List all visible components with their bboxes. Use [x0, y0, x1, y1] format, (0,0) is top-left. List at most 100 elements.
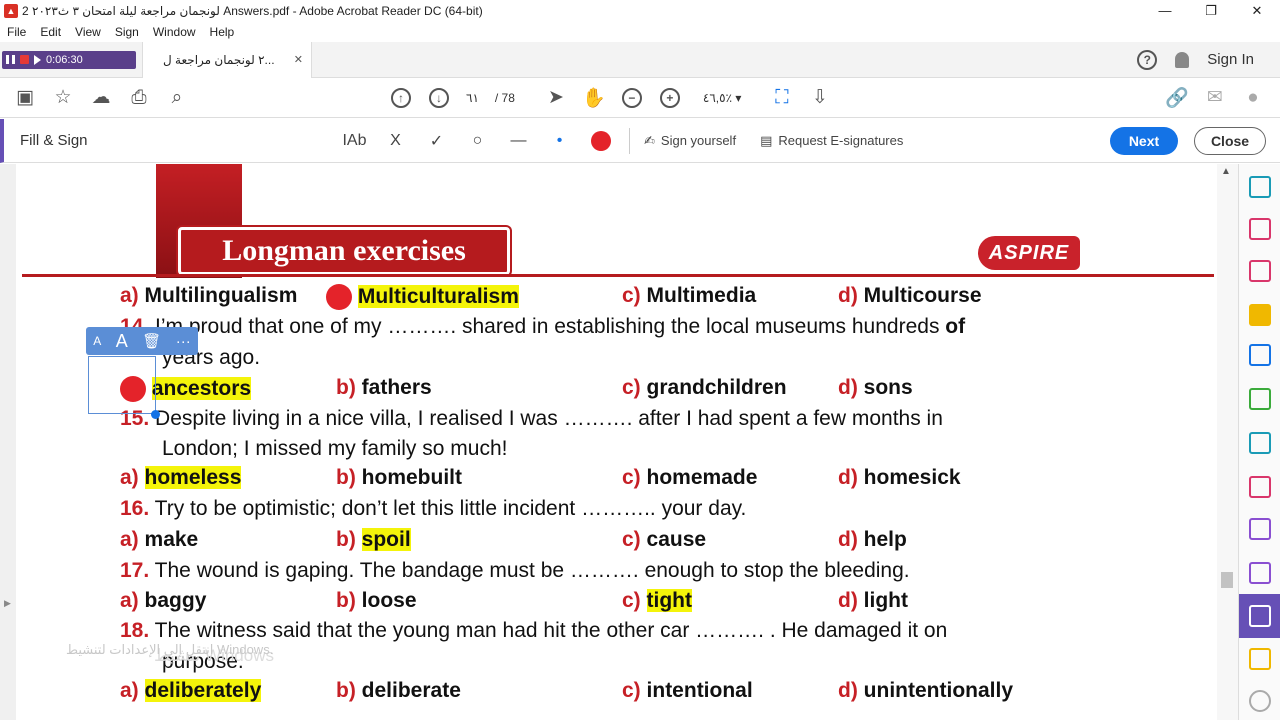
email-icon[interactable]: ✉	[1196, 78, 1234, 118]
screen-recorder[interactable]: 0:06:30	[2, 50, 136, 69]
page-number-input[interactable]: ٦١	[466, 91, 479, 105]
close-fill-sign-button[interactable]: Close	[1194, 126, 1266, 155]
combine-files-icon[interactable]	[1249, 344, 1271, 366]
q18-option-d: d) unintentionally	[838, 679, 1013, 702]
menu-help[interactable]: Help	[203, 25, 242, 39]
red-dot-annotation[interactable]	[326, 284, 352, 310]
menu-sign[interactable]: Sign	[108, 25, 146, 39]
right-tools-pane	[1238, 164, 1280, 720]
q17-question: 17. The wound is gaping. The bandage mus…	[120, 559, 910, 582]
share-link-icon[interactable]: 🔗	[1158, 78, 1196, 118]
vertical-scrollbar[interactable]: ▲	[1217, 164, 1238, 720]
next-page-button[interactable]: ↓	[420, 78, 458, 118]
check-mark-tool[interactable]: ✓	[416, 131, 457, 151]
q18-option-b: b) deliberate	[336, 679, 461, 702]
increase-size-button[interactable]: A	[116, 331, 128, 352]
menu-edit[interactable]: Edit	[33, 25, 68, 39]
menu-bar: File Edit View Sign Window Help	[0, 22, 1280, 42]
cross-mark-tool[interactable]: X	[375, 132, 416, 150]
user-account-icon[interactable]: ●	[1234, 78, 1272, 118]
scroll-mode-icon[interactable]: ⇩	[801, 78, 839, 118]
q17-option-b: b) loose	[336, 589, 417, 612]
zoom-in-button[interactable]: +	[651, 78, 689, 118]
color-picker[interactable]	[580, 130, 621, 151]
left-pane-toggle-icon[interactable]: ▶	[4, 598, 11, 609]
q13-option-c: c) Multimedia	[622, 284, 757, 307]
maximize-button[interactable]: ❐	[1188, 0, 1234, 22]
next-button[interactable]: Next	[1110, 126, 1178, 155]
q15-option-a: a) homeless	[120, 466, 242, 489]
separator	[629, 127, 630, 154]
save-icon[interactable]: ▣	[6, 78, 44, 118]
dot-tool[interactable]: •	[539, 132, 580, 150]
aspire-logo: ASPIRE	[978, 236, 1080, 270]
page-total: / 78	[494, 90, 515, 105]
select-cursor-icon[interactable]: ➤	[537, 78, 575, 118]
arrow-up-icon: ↑	[391, 87, 411, 108]
upload-cloud-icon[interactable]: ☁	[82, 78, 120, 118]
menu-file[interactable]: File	[0, 25, 33, 39]
tab-close-icon[interactable]: ✕	[294, 53, 303, 66]
export-pdf-icon[interactable]	[1249, 176, 1271, 198]
decrease-size-button[interactable]: A	[93, 334, 101, 348]
hand-tool-icon[interactable]: ✋	[575, 78, 613, 118]
more-options-button[interactable]: ···	[176, 333, 191, 350]
q15-option-c: c) homemade	[622, 466, 758, 489]
annotation-floating-toolbar: A A 🗑 ···	[86, 327, 198, 355]
zoom-out-button[interactable]: −	[613, 78, 651, 118]
previous-page-button[interactable]: ↑	[382, 78, 420, 118]
sign-in-link[interactable]: Sign In	[1207, 51, 1254, 68]
annotation-selection-box[interactable]	[88, 356, 156, 414]
request-esignatures-button[interactable]: ▤ Request E-signatures	[760, 133, 903, 149]
stop-icon[interactable]	[20, 55, 29, 64]
menu-view[interactable]: View	[68, 25, 108, 39]
close-window-button[interactable]: ✕	[1234, 0, 1280, 22]
q17-option-d: d) light	[838, 589, 908, 612]
document-canvas: ▶ Longman exercises ASPIRE a) Multilingu…	[0, 164, 1238, 720]
menu-window[interactable]: Window	[146, 25, 203, 39]
help-icon[interactable]: ?	[1137, 49, 1158, 70]
minimize-button[interactable]: —	[1142, 0, 1188, 22]
organize-pages-icon[interactable]	[1249, 218, 1271, 240]
bell-icon[interactable]	[1175, 51, 1190, 68]
sign-yourself-button[interactable]: ✍ Sign yourself	[644, 133, 736, 149]
q14-option-c: c) grandchildren	[622, 376, 787, 399]
arrow-down-icon: ↓	[429, 87, 449, 108]
document-tab[interactable]: ٢ لونجمان مراجعة ل... ✕	[142, 41, 312, 78]
q15-question: 15. Despite living in a nice villa, I re…	[120, 407, 943, 430]
tab-bar: 0:06:30 ٢ لونجمان مراجعة ل... ✕ ? Sign I…	[0, 41, 1280, 78]
compress-pdf-icon[interactable]	[1249, 388, 1271, 410]
title-bar: ▲ لونجمان مراجعة ليلة امتحان ٣ ث٢٠٢٣ 2 A…	[0, 0, 1280, 22]
add-text-tool[interactable]: IAb	[334, 132, 375, 150]
trash-icon[interactable]: 🗑	[142, 332, 161, 350]
pdf-page: Longman exercises ASPIRE a) Multilingual…	[16, 164, 1218, 720]
zoom-level-select[interactable]: ٤٦,٥٪ ▾	[703, 91, 763, 105]
convert-icon[interactable]	[1249, 432, 1271, 454]
resize-handle[interactable]	[151, 410, 160, 419]
q16-option-d: d) help	[838, 528, 907, 551]
edit-pdf-icon[interactable]	[1249, 476, 1271, 498]
bookmark-star-icon[interactable]: ☆	[44, 78, 82, 118]
comment-icon[interactable]	[1249, 304, 1271, 326]
find-search-icon[interactable]: ⌕	[158, 78, 196, 118]
q16-question: 16. Try to be optimistic; don’t let this…	[120, 497, 747, 520]
line-tool[interactable]: —	[498, 132, 539, 150]
play-icon[interactable]	[34, 54, 41, 65]
print-icon[interactable]: ⎙	[120, 78, 158, 118]
q15-question-cont: London; I missed my family so much!	[162, 437, 508, 460]
more-tools-icon[interactable]	[1249, 648, 1271, 670]
scroll-up-icon[interactable]: ▲	[1221, 166, 1231, 177]
plus-icon: +	[659, 87, 680, 108]
protect-icon[interactable]	[1249, 518, 1271, 540]
page-fit-icon[interactable]: ⛶	[763, 78, 801, 118]
circle-tool[interactable]: ○	[457, 132, 498, 150]
stamp-icon[interactable]	[1249, 562, 1271, 584]
q13-option-a: a) Multilingualism	[120, 284, 298, 307]
pause-icon[interactable]	[6, 55, 15, 64]
collapse-pane-icon[interactable]	[1249, 690, 1271, 712]
fill-sign-tool-active[interactable]	[1239, 594, 1280, 638]
scrollbar-thumb[interactable]	[1221, 572, 1233, 588]
create-pdf-icon[interactable]	[1249, 260, 1271, 282]
fill-sign-toolbar: Fill & Sign IAb X ✓ ○ — • ✍ Sign yourself…	[0, 119, 1280, 163]
minus-icon: −	[621, 87, 642, 108]
